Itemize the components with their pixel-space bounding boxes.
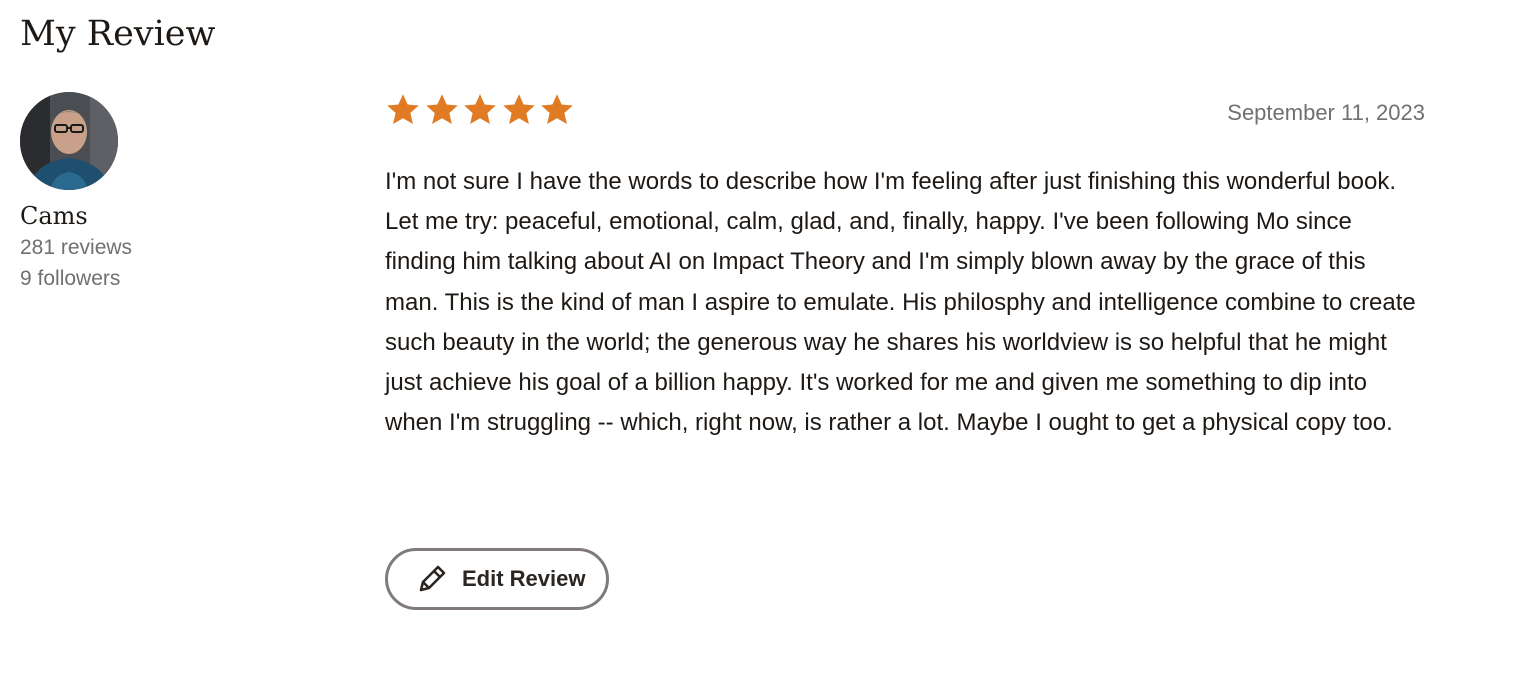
avatar[interactable] xyxy=(20,92,118,190)
star-icon[interactable] xyxy=(501,92,540,132)
edit-review-label: Edit Review xyxy=(462,566,586,591)
reviews-count[interactable]: 281 reviews xyxy=(20,232,320,263)
star-icon[interactable] xyxy=(385,92,424,132)
avatar-photo xyxy=(20,92,118,190)
star-rating xyxy=(385,92,578,132)
review-date[interactable]: September 11, 2023 xyxy=(1227,98,1425,128)
pencil-icon xyxy=(415,562,449,596)
review-content: September 11, 2023 I'm not sure I have t… xyxy=(385,92,1425,443)
star-icon[interactable] xyxy=(462,92,501,132)
star-icon[interactable] xyxy=(424,92,463,132)
reviewer-profile: Cams 281 reviews 9 followers xyxy=(20,92,320,294)
star-icon[interactable] xyxy=(539,92,578,132)
review-header: September 11, 2023 xyxy=(385,92,1425,132)
review-text: I'm not sure I have the words to describ… xyxy=(385,168,1416,437)
section-title: My Review xyxy=(20,14,216,54)
reviewer-name[interactable]: Cams xyxy=(20,200,320,232)
edit-review-button[interactable]: Edit Review xyxy=(385,548,609,610)
followers-count[interactable]: 9 followers xyxy=(20,263,320,294)
